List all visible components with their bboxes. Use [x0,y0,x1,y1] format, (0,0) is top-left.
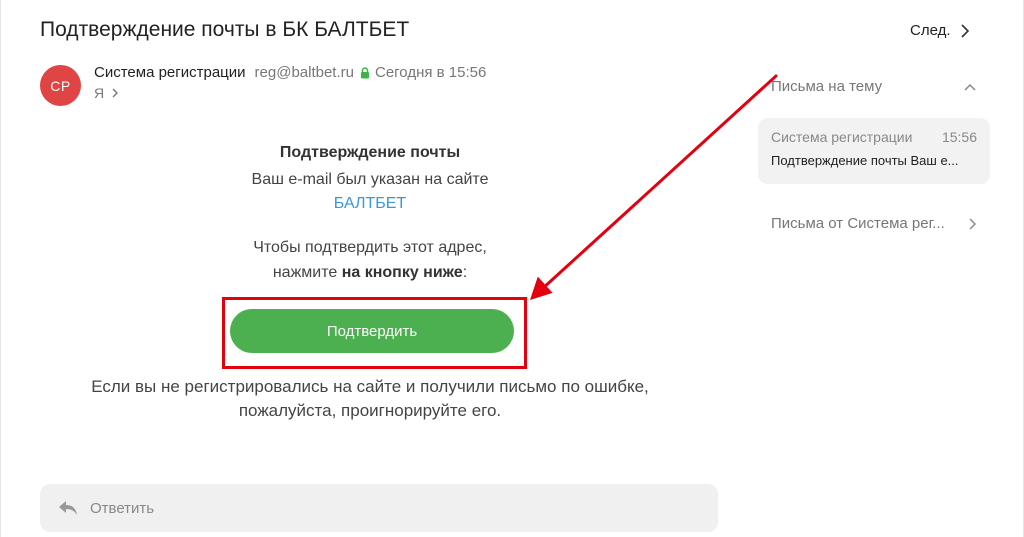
chevron-right-icon [112,88,119,98]
reply-label: Ответить [90,499,155,517]
next-label: След. [910,22,951,39]
instruction-suffix: : [462,264,468,281]
site-link: БАЛТБЕТ [40,195,700,213]
thread-title: Письма на тему [771,78,883,95]
instruction-prefix: нажмите [272,264,342,281]
ignore-line-1: Если вы не регистрировались на сайте и п… [91,377,649,396]
body-line-1: Ваш e-mail был указан на сайте [251,171,489,188]
ignore-line-2: пожалуйста, проигнорируйте его. [238,401,502,420]
thread-item-time: 15:56 [941,129,977,145]
reply-arrow-icon [59,501,77,515]
annotation-highlight-box [222,297,527,369]
sent-time: Сегодня в 15:56 [374,64,487,81]
instruction-bold: на кнопку ниже [341,264,463,281]
reply-button[interactable]: Ответить [40,484,718,532]
thread-item-sender: Система регистрации [771,129,913,145]
recipient-label: Я [94,85,105,101]
sender-name[interactable]: Система регистрации [94,64,246,81]
chevron-right-icon [969,217,976,230]
chevron-up-icon [964,83,976,91]
site-link-text[interactable]: БАЛТБЕТ [334,195,406,212]
avatar[interactable]: СР [40,65,81,106]
recipient-toggle[interactable]: Я [94,85,119,101]
chevron-right-icon [960,23,969,38]
instruction-line-1: Чтобы подтвердить этот адрес, [253,239,487,256]
thread-item-meta: Система регистрации 15:56 [771,129,977,145]
confirm-title: Подтверждение почты [279,144,461,161]
instruction-line-2: нажмите на кнопку ниже: [40,264,700,282]
message-subject: Подтверждение почты в БК БАЛТБЕТ [40,18,410,41]
sender-row: Система регистрации reg@baltbet.ru Сегод… [94,64,486,81]
from-sender-link[interactable]: Письма от Система рег... [771,215,976,232]
frame-left-border [0,0,1,537]
lock-icon [360,66,370,79]
thread-item[interactable]: Система регистрации 15:56 Подтверждение … [758,118,990,184]
sender-email[interactable]: reg@baltbet.ru [255,64,354,81]
thread-item-subject: Подтверждение почты Ваш е... [771,153,959,168]
from-sender-label: Письма от Система рег... [771,215,945,232]
thread-header[interactable]: Письма на тему [771,78,976,95]
next-message-button[interactable]: След. [910,22,969,39]
